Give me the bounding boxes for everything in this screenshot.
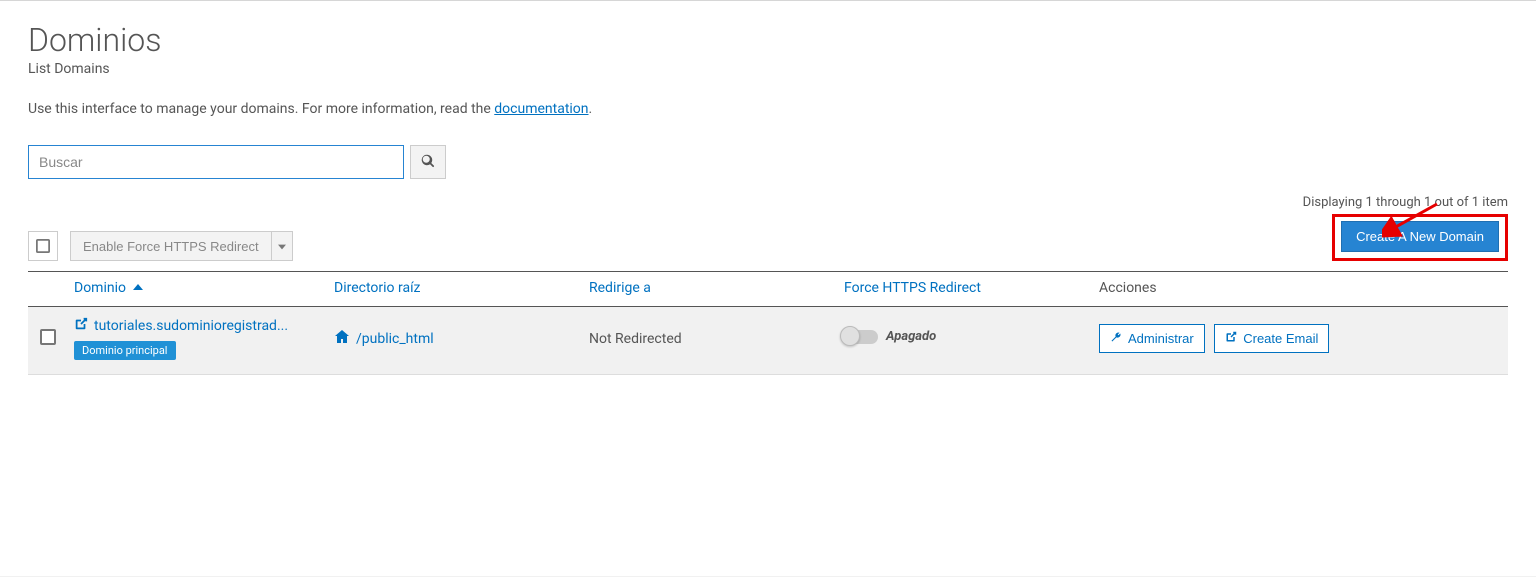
- root-directory-path: /public_html: [356, 331, 434, 347]
- description-suffix: .: [589, 101, 593, 117]
- sort-asc-icon: [133, 282, 143, 292]
- external-link-icon: [74, 317, 88, 335]
- description-prefix: Use this interface to manage your domain…: [28, 101, 494, 117]
- result-count: Displaying 1 through 1 out of 1 item: [1303, 195, 1508, 210]
- documentation-link[interactable]: documentation: [494, 101, 588, 117]
- table-header-row: Dominio Directorio raíz Redirige a Force…: [28, 272, 1508, 307]
- header-checkbox-col: [28, 272, 68, 307]
- page-subtitle: List Domains: [28, 61, 1508, 77]
- header-domain[interactable]: Dominio: [68, 272, 328, 307]
- search-row: [28, 145, 1508, 179]
- toolbar: Enable Force HTTPS Redirect Displaying 1…: [28, 195, 1508, 269]
- search-icon: [421, 154, 435, 171]
- root-directory-link[interactable]: /public_html: [334, 329, 434, 349]
- force-https-toggle[interactable]: Apagado: [844, 329, 936, 344]
- header-domain-label: Dominio: [74, 280, 126, 296]
- row-actions-cell: Administrar Create Email: [1093, 307, 1508, 375]
- toggle-label: Apagado: [886, 329, 936, 344]
- page-title: Dominios: [28, 21, 1508, 59]
- page-description: Use this interface to manage your domain…: [28, 101, 1508, 117]
- manage-button[interactable]: Administrar: [1099, 324, 1205, 353]
- header-actions: Acciones: [1093, 272, 1508, 307]
- home-icon: [334, 329, 350, 349]
- manage-label: Administrar: [1128, 331, 1194, 346]
- header-root[interactable]: Directorio raíz: [328, 272, 583, 307]
- domain-name: tutoriales.sudominioregistrad...: [94, 318, 288, 334]
- enable-https-dropdown-toggle[interactable]: [271, 231, 293, 261]
- toolbar-left: Enable Force HTTPS Redirect: [28, 231, 293, 261]
- toggle-knob: [840, 326, 860, 346]
- enable-https-split-button: Enable Force HTTPS Redirect: [70, 231, 293, 261]
- domains-table: Dominio Directorio raíz Redirige a Force…: [28, 271, 1508, 375]
- toggle-track: [844, 330, 878, 344]
- caret-down-icon: [278, 239, 286, 254]
- header-redirect[interactable]: Redirige a: [583, 272, 838, 307]
- table-row: tutoriales.sudominioregistrad... Dominio…: [28, 307, 1508, 375]
- row-redirect-cell: Not Redirected: [583, 307, 838, 375]
- search-button[interactable]: [410, 145, 446, 179]
- row-checkbox-cell: [28, 307, 68, 375]
- redirect-status: Not Redirected: [589, 331, 682, 347]
- create-email-label: Create Email: [1243, 331, 1318, 346]
- row-force-https-cell: Apagado: [838, 307, 1093, 375]
- wrench-icon: [1110, 331, 1122, 346]
- domain-link[interactable]: tutoriales.sudominioregistrad...: [74, 317, 288, 335]
- highlight-annotation: Create A New Domain: [1332, 214, 1508, 261]
- row-root-cell: /public_html: [328, 307, 583, 375]
- create-email-button[interactable]: Create Email: [1214, 324, 1329, 353]
- primary-domain-badge: Dominio principal: [74, 341, 176, 360]
- row-checkbox[interactable]: [40, 329, 56, 345]
- row-domain-cell: tutoriales.sudominioregistrad... Dominio…: [68, 307, 328, 375]
- create-domain-button[interactable]: Create A New Domain: [1341, 221, 1499, 252]
- enable-https-button[interactable]: Enable Force HTTPS Redirect: [70, 231, 271, 261]
- header-force-https[interactable]: Force HTTPS Redirect: [838, 272, 1093, 307]
- select-all-checkbox[interactable]: [28, 231, 58, 261]
- edit-icon: [1225, 331, 1237, 346]
- toolbar-right: Displaying 1 through 1 out of 1 item Cre…: [1303, 195, 1508, 261]
- search-input[interactable]: [28, 145, 404, 179]
